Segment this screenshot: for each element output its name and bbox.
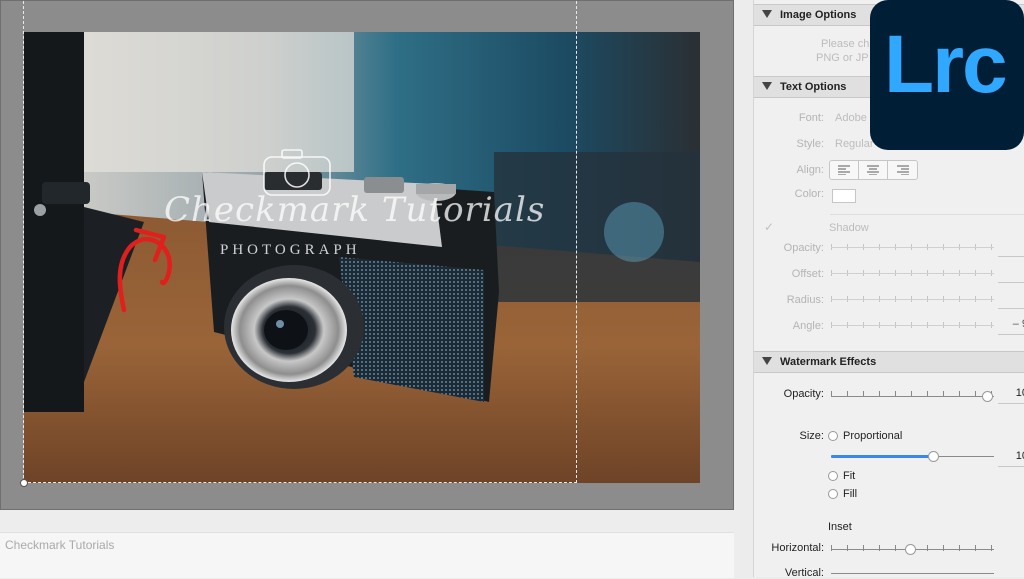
shadow-offset-track <box>831 273 994 274</box>
opacity-track <box>831 396 994 397</box>
watermark-subtext: PHOTOGRAPH <box>220 242 361 258</box>
horizontal-label: Horizontal: <box>771 542 824 554</box>
watermark-effects-header[interactable]: Watermark Effects <box>754 351 1024 373</box>
shadow-opacity-track <box>831 247 994 248</box>
opacity-value[interactable]: 10 <box>998 387 1024 404</box>
size-label: Size: <box>799 430 824 442</box>
proportional-label: Proportional <box>843 430 903 442</box>
fill-label: Fill <box>843 488 858 500</box>
shadow-radius-track <box>831 299 994 300</box>
style-label: Style: <box>796 138 824 150</box>
shadow-angle-track <box>831 325 994 326</box>
align-right-icon[interactable] <box>888 161 917 179</box>
size-slider-fill <box>831 455 935 458</box>
shadow-radius-label: Radius: <box>786 294 824 306</box>
fit-label: Fit <box>843 470 856 482</box>
font-label: Font: <box>798 112 824 124</box>
camera-photo <box>24 32 700 483</box>
caption-text: Checkmark Tutorials <box>5 538 115 552</box>
shadow-offset-value[interactable] <box>998 266 1024 283</box>
shadow-opacity-label: Opacity: <box>783 242 824 254</box>
opacity-label: Opacity: <box>783 388 824 400</box>
shadow-checkbox-icon[interactable]: ✓ <box>764 220 774 234</box>
shadow-angle-value[interactable]: – 9 <box>998 318 1024 335</box>
horizontal-slider-thumb[interactable] <box>905 544 916 555</box>
guide-left <box>23 1 24 483</box>
shadow-label: Shadow <box>829 222 869 234</box>
triangle-down-icon <box>762 82 772 90</box>
shadow-offset-label: Offset: <box>791 268 824 280</box>
watermark-effects-title: Watermark Effects <box>780 356 877 368</box>
opacity-slider-thumb[interactable] <box>982 391 993 402</box>
align-label: Align: <box>796 164 824 176</box>
style-select[interactable]: Regular <box>835 138 874 150</box>
shadow-angle-label: Angle: <box>792 320 824 332</box>
image-options-hint-1: Please ch <box>821 38 870 50</box>
font-select[interactable]: Adobe <box>835 112 867 124</box>
preview-area: Checkmark Tutorials PHOTOGRAPH Checkmark… <box>0 0 740 578</box>
align-buttons <box>829 160 918 180</box>
proportional-radio[interactable] <box>828 431 838 441</box>
canvas-frame: Checkmark Tutorials PHOTOGRAPH <box>0 0 734 510</box>
divider <box>830 214 1024 215</box>
caption-field[interactable]: Checkmark Tutorials <box>0 532 734 578</box>
vertical-label: Vertical: <box>784 567 824 579</box>
fit-radio[interactable] <box>828 471 838 481</box>
watermark-text: Checkmark Tutorials <box>164 190 546 230</box>
color-label: Color: <box>794 188 824 200</box>
align-left-icon[interactable] <box>830 161 859 179</box>
image-options-title: Image Options <box>780 9 857 21</box>
image-options-hint-2: PNG or JP <box>816 52 869 64</box>
inset-label: Inset <box>828 521 852 533</box>
guide-right <box>576 1 577 483</box>
shadow-opacity-value[interactable] <box>998 240 1024 257</box>
color-swatch[interactable] <box>832 189 856 203</box>
vertical-track[interactable] <box>831 573 994 574</box>
triangle-down-icon <box>762 10 772 18</box>
fill-radio[interactable] <box>828 489 838 499</box>
preview-photo: Checkmark Tutorials PHOTOGRAPH <box>24 32 700 483</box>
lightroom-classic-logo: Lrc <box>870 0 1024 150</box>
triangle-down-icon <box>762 357 772 365</box>
align-center-icon[interactable] <box>859 161 888 179</box>
size-value[interactable]: 10 <box>998 450 1024 467</box>
guide-bottom <box>23 482 577 483</box>
shadow-radius-value[interactable] <box>998 292 1024 309</box>
text-options-title: Text Options <box>780 81 847 93</box>
size-slider-thumb[interactable] <box>928 451 939 462</box>
resize-handle[interactable] <box>20 479 28 487</box>
logo-text: Lrc <box>884 19 1008 110</box>
